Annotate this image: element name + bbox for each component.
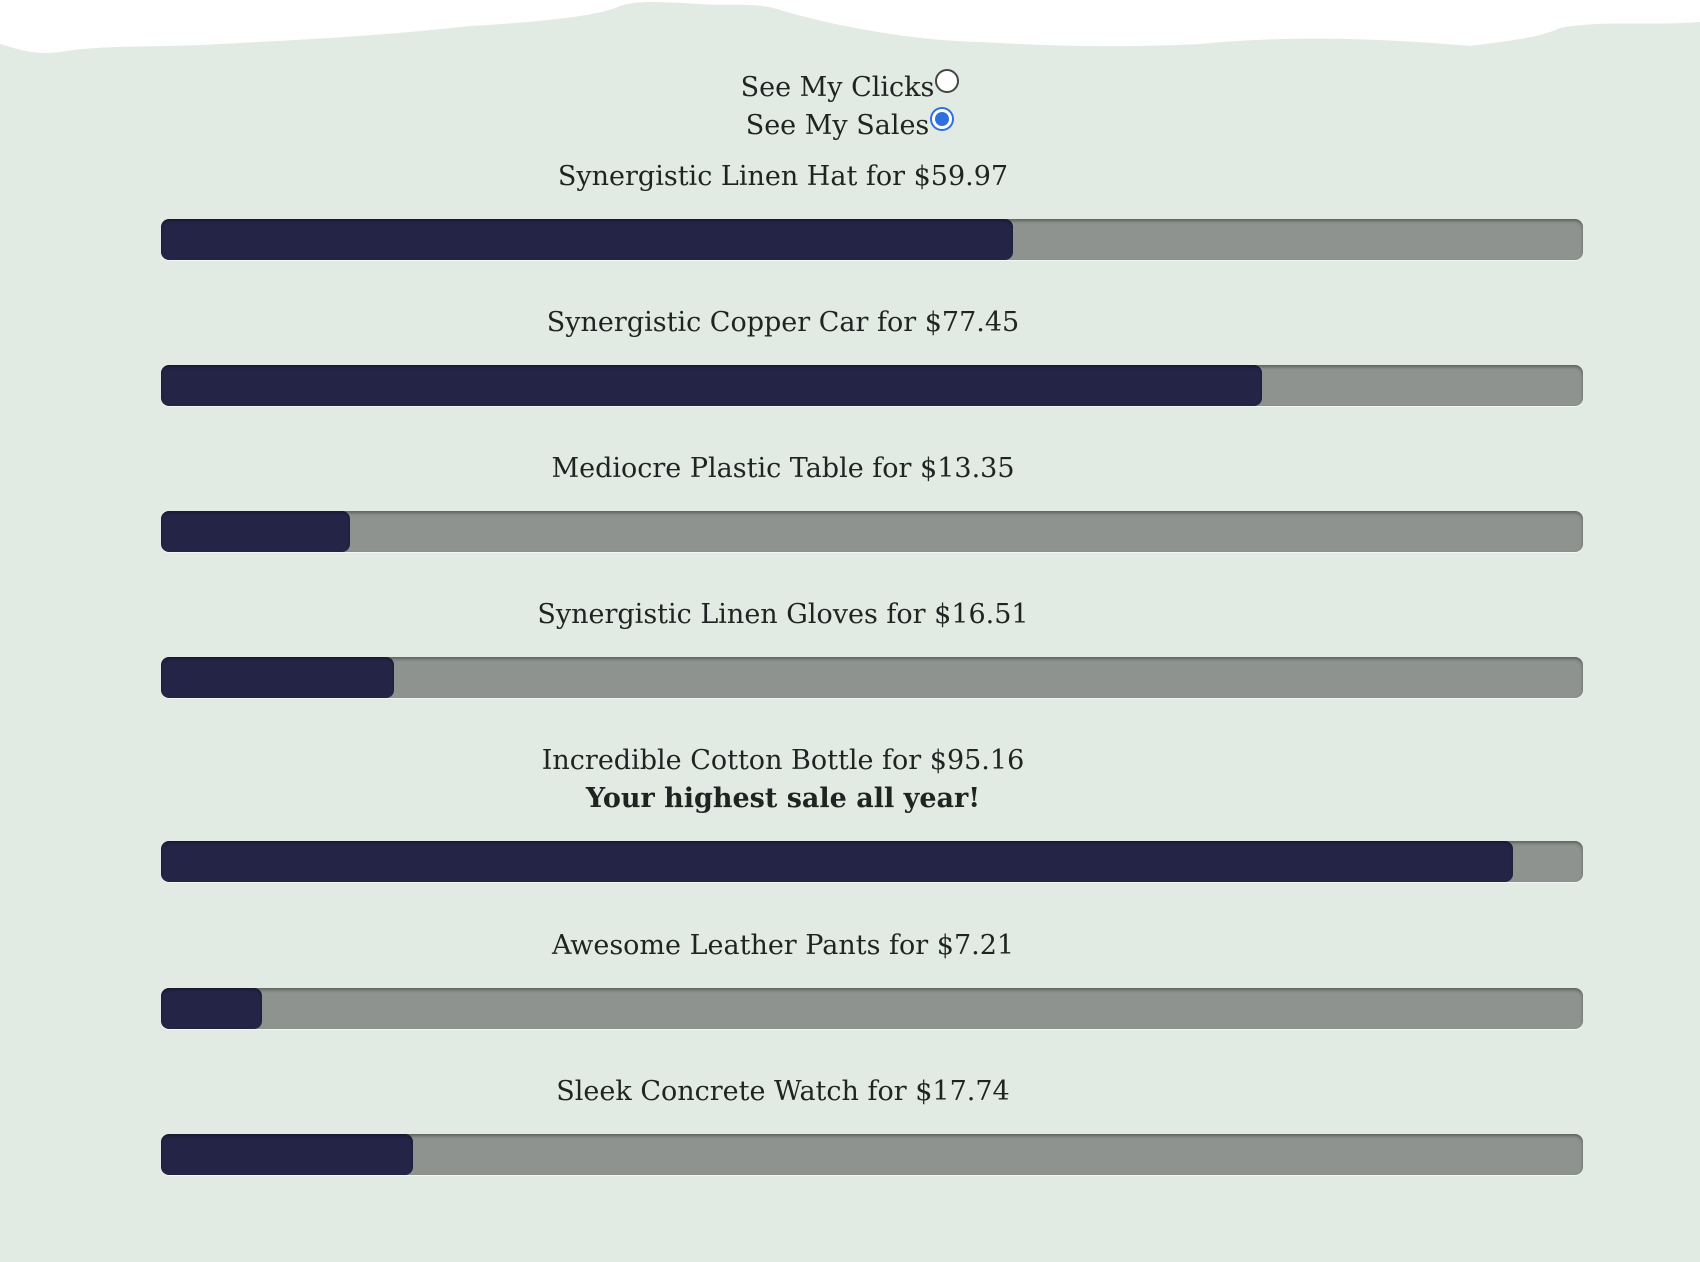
sale-item: Synergistic Linen Hat for $59.97 xyxy=(0,158,1700,196)
clicks-option-label: See My Clicks xyxy=(740,71,935,103)
sale-bar-fill xyxy=(161,988,262,1029)
sale-label: Incredible Cotton Bottle for $95.16 xyxy=(541,745,1025,776)
sale-bar xyxy=(161,841,1583,882)
sale-item: Mediocre Plastic Table for $13.35 xyxy=(0,450,1700,488)
sale-label: Synergistic Linen Gloves for $16.51 xyxy=(537,599,1029,630)
sale-bar xyxy=(161,219,1583,260)
sales-dashboard: See My Clicks See My Sales Synergistic L… xyxy=(0,0,1700,1262)
sale-bar xyxy=(161,988,1583,1029)
sale-item: Sleek Concrete Watch for $17.74 xyxy=(0,1073,1700,1111)
sales-option-label: See My Sales xyxy=(745,109,930,141)
sale-item: Synergistic Copper Car for $77.45 xyxy=(0,304,1700,342)
sales-radio[interactable] xyxy=(930,107,955,131)
clicks-option[interactable]: See My Clicks xyxy=(740,69,960,103)
sales-option-row: See My Sales xyxy=(0,106,1700,144)
clicks-option-row: See My Clicks xyxy=(0,68,1700,106)
sale-bar-fill xyxy=(161,657,395,698)
highest-sale-note: Your highest sale all year! xyxy=(585,783,981,814)
sale-label: Mediocre Plastic Table for $13.35 xyxy=(551,453,1015,484)
sale-bar xyxy=(161,365,1583,406)
torn-paper-edge xyxy=(0,0,1700,53)
clicks-radio[interactable] xyxy=(935,69,960,93)
sales-option[interactable]: See My Sales xyxy=(745,107,955,141)
sale-label: Synergistic Linen Hat for $59.97 xyxy=(557,161,1009,192)
sale-bar xyxy=(161,1134,1583,1175)
main-content: See My Clicks See My Sales xyxy=(0,68,1700,144)
sale-bar-fill xyxy=(161,219,1013,260)
sale-bar-fill xyxy=(161,365,1262,406)
sale-label: Awesome Leather Pants for $7.21 xyxy=(551,930,1015,961)
sale-label: Sleek Concrete Watch for $17.74 xyxy=(556,1076,1010,1107)
sale-bar xyxy=(161,657,1583,698)
sale-item-highlight: Incredible Cotton Bottle for $95.16 Your… xyxy=(0,742,1700,818)
sale-bar-fill xyxy=(161,511,351,552)
sale-label: Synergistic Copper Car for $77.45 xyxy=(546,307,1020,338)
sale-item: Synergistic Linen Gloves for $16.51 xyxy=(0,596,1700,634)
sale-bar xyxy=(161,511,1583,552)
sale-item: Awesome Leather Pants for $7.21 xyxy=(0,927,1700,965)
sale-bar-fill xyxy=(161,1134,413,1175)
sale-bar-fill xyxy=(161,841,1514,882)
